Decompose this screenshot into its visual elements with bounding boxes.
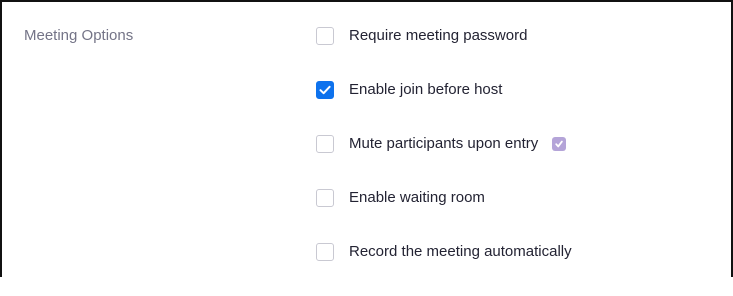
option-join-before-host[interactable]: Enable join before host — [316, 80, 572, 100]
option-label: Enable waiting room — [349, 189, 485, 206]
info-badge-icon[interactable] — [552, 137, 567, 151]
checkbox-mute-participants[interactable] — [316, 135, 334, 153]
option-label: Record the meeting automatically — [349, 243, 572, 260]
checkbox-record-automatically[interactable] — [316, 243, 334, 261]
option-label: Mute participants upon entry — [349, 135, 539, 152]
option-label: Enable join before host — [349, 81, 503, 98]
checkbox-require-password[interactable] — [316, 27, 334, 45]
options-list: Require meeting password Enable join bef… — [316, 26, 572, 296]
option-label: Require meeting password — [349, 27, 528, 44]
meeting-options-panel: Meeting Options Require meeting password… — [0, 0, 733, 277]
checkbox-join-before-host[interactable] — [316, 81, 334, 99]
section-label: Meeting Options — [24, 27, 134, 44]
option-record-automatically[interactable]: Record the meeting automatically — [316, 242, 572, 262]
checkmark-icon — [319, 85, 331, 95]
option-require-password[interactable]: Require meeting password — [316, 26, 572, 46]
checkbox-waiting-room[interactable] — [316, 189, 334, 207]
option-mute-participants[interactable]: Mute participants upon entry — [316, 134, 572, 154]
option-waiting-room[interactable]: Enable waiting room — [316, 188, 572, 208]
